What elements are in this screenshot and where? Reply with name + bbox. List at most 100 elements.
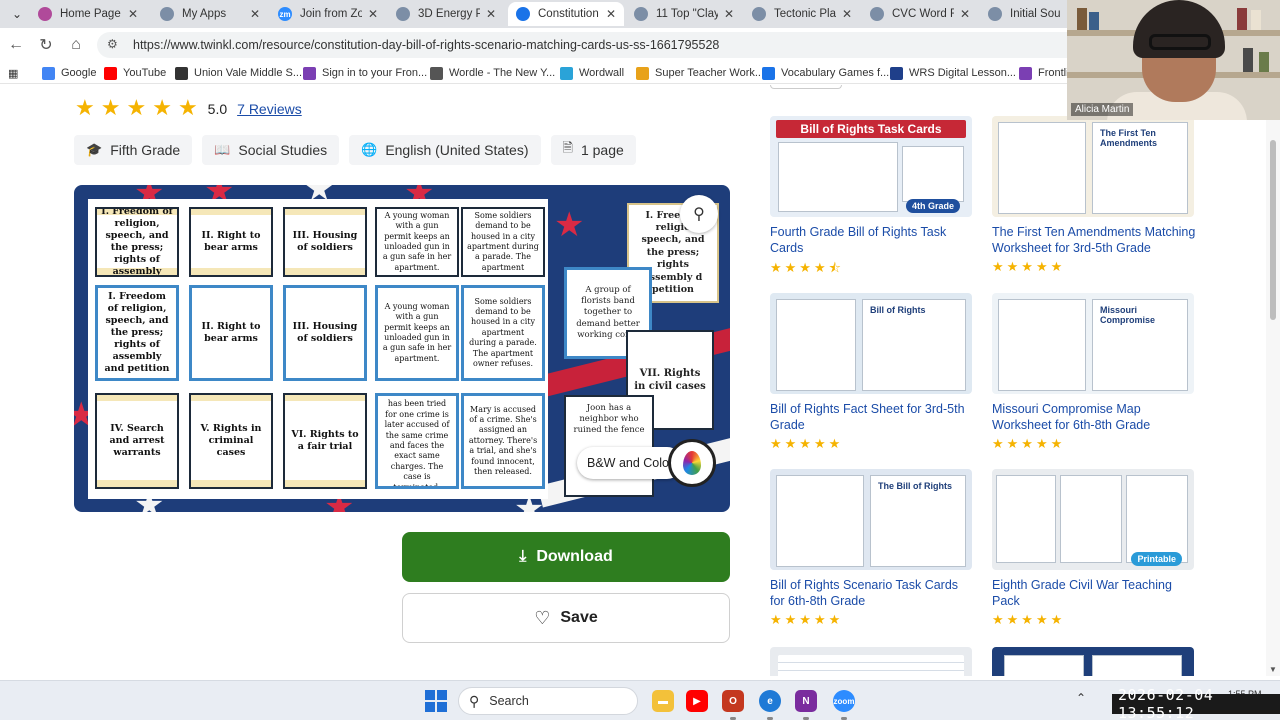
- tab-close-icon[interactable]: ✕: [368, 7, 378, 21]
- search-icon: ⚲: [469, 692, 480, 709]
- tab-search-chevron-icon[interactable]: ⌄: [6, 4, 28, 24]
- tab-close-icon[interactable]: ✕: [724, 7, 734, 21]
- browser-tab[interactable]: 3D Energy Pyra ✕: [388, 2, 504, 26]
- browser-tab[interactable]: My Apps ✕: [152, 2, 268, 26]
- home-icon[interactable]: ⌂: [66, 35, 86, 55]
- related-title[interactable]: The First Ten Amendments Matching Worksh…: [992, 224, 1197, 256]
- edge-browser-icon[interactable]: e: [759, 690, 781, 712]
- tab-close-icon[interactable]: ✕: [842, 7, 852, 21]
- matching-card: Some soldiers demand to be housed in a c…: [461, 285, 545, 381]
- url-text: https://www.twinkl.com/resource/constitu…: [133, 38, 720, 52]
- related-thumbnail-partial[interactable]: [992, 647, 1194, 676]
- related-thumbnail[interactable]: The Bill of Rights: [770, 469, 972, 570]
- scroll-down-arrow-icon[interactable]: ▼: [1269, 665, 1277, 674]
- bookmark-favicon-icon: [560, 66, 573, 80]
- related-thumbnail-partial[interactable]: [770, 647, 972, 676]
- tab-close-icon[interactable]: ✕: [606, 7, 616, 21]
- related-resource[interactable]: Bill of Rights Task Cards 4th Grade Four…: [770, 116, 975, 281]
- thumbnail-heading: Bill of Rights: [870, 305, 926, 315]
- bookmark-label: Vocabulary Games f...: [781, 67, 890, 79]
- related-thumbnail[interactable]: The First Ten Amendments: [992, 116, 1194, 217]
- color-drop-icon[interactable]: [668, 439, 716, 487]
- related-title[interactable]: Missouri Compromise Map Worksheet for 6t…: [992, 401, 1197, 433]
- youtube-icon[interactable]: ▶: [686, 690, 708, 712]
- related-title[interactable]: Bill of Rights Fact Sheet for 3rd-5th Gr…: [770, 401, 975, 433]
- bookmark-item[interactable]: Google: [42, 65, 96, 81]
- resource-tag[interactable]: 🎓 Fifth Grade: [74, 135, 193, 165]
- related-title[interactable]: Eighth Grade Civil War Teaching Pack: [992, 577, 1197, 609]
- related-resource[interactable]: The Bill of Rights Bill of Rights Scenar…: [770, 469, 975, 628]
- tab-close-icon[interactable]: ✕: [486, 7, 496, 21]
- scroll-thumb[interactable]: [1270, 140, 1276, 320]
- bookmark-item[interactable]: WRS Digital Lesson...: [890, 65, 1016, 81]
- bookmark-label: Frontli: [1038, 67, 1069, 79]
- related-thumbnail[interactable]: Bill of Rights: [770, 293, 972, 394]
- bookmark-item[interactable]: Vocabulary Games f...: [762, 65, 889, 81]
- resource-preview-image[interactable]: ★ ★ ★ ★ ★ ★ ★ ★ ★ ★ I. Freedom of religi…: [74, 185, 730, 512]
- tab-close-icon[interactable]: ✕: [128, 7, 138, 21]
- zoom-app-icon[interactable]: zoom: [833, 690, 855, 712]
- tab-close-icon[interactable]: ✕: [250, 7, 260, 21]
- bookmark-item[interactable]: Sign in to your Fron...: [303, 65, 427, 81]
- browser-tab[interactable]: Initial Sound: [980, 2, 1068, 26]
- taskbar-search[interactable]: ⚲ Search: [458, 687, 638, 715]
- page-scrollbar[interactable]: ▲ ▼: [1266, 85, 1280, 676]
- bookmark-item[interactable]: Super Teacher Work...: [636, 65, 764, 81]
- resource-tag[interactable]: 🗎 1 page: [550, 135, 636, 165]
- bookmark-item[interactable]: Union Vale Middle S...: [175, 65, 302, 81]
- resource-tags: 🎓 Fifth Grade 📖 Social Studies 🌐 English (Uni…: [74, 135, 646, 165]
- matching-card: IV. Search and arrest warrants: [95, 393, 179, 489]
- related-resource[interactable]: The First Ten Amendments The First Ten A…: [992, 116, 1197, 275]
- related-title[interactable]: Bill of Rights Scenario Task Cards for 6…: [770, 577, 975, 609]
- browser-tab[interactable]: zm Join from Zoon ✕: [270, 2, 386, 26]
- related-title[interactable]: Fourth Grade Bill of Rights Task Cards: [770, 224, 975, 256]
- rating-value: 5.0: [207, 100, 228, 117]
- onenote-icon[interactable]: N: [795, 690, 817, 712]
- site-info-icon[interactable]: ⚙: [107, 37, 123, 53]
- browser-tab[interactable]: Home Page - C ✕: [30, 2, 146, 26]
- taskbar-search-label: Search: [489, 694, 529, 708]
- bookmark-label: Wordle - The New Y...: [449, 67, 556, 79]
- windows-start-icon[interactable]: [425, 690, 447, 712]
- reload-icon[interactable]: ↻: [36, 35, 56, 55]
- bookmark-item[interactable]: Wordwall: [560, 65, 624, 81]
- tab-title: Constitution D: [538, 8, 600, 20]
- bookmark-item[interactable]: Wordle - The New Y...: [430, 65, 555, 81]
- zoom-magnifier-icon[interactable]: ⚲: [680, 195, 718, 233]
- reviews-link[interactable]: 7 Reviews: [237, 101, 302, 117]
- related-resource[interactable]: Missouri Compromise Missouri Compromise …: [992, 293, 1197, 452]
- resource-tag-label: Fifth Grade: [110, 142, 181, 158]
- tray-chevron-icon[interactable]: ⌃: [1076, 691, 1086, 705]
- bookmark-item[interactable]: YouTube: [104, 65, 166, 81]
- apps-grid-icon[interactable]: ▦: [8, 65, 18, 81]
- resource-tag[interactable]: 📖 Social Studies: [202, 135, 340, 165]
- resource-tag[interactable]: 🌐 English (United States): [349, 135, 541, 165]
- tab-favicon-icon: [988, 7, 1002, 21]
- tab-title: Tectonic Plate E: [774, 8, 836, 20]
- save-button[interactable]: ♡ Save: [402, 593, 730, 643]
- browser-tab[interactable]: Tectonic Plate E ✕: [744, 2, 860, 26]
- file-explorer-icon[interactable]: ▬: [652, 690, 674, 712]
- bookmark-item[interactable]: Frontli: [1019, 65, 1069, 81]
- related-rating-stars: ★★★★⯪: [770, 260, 844, 275]
- browser-tab[interactable]: CVC Word Fran ✕: [862, 2, 978, 26]
- tab-title: Initial Sound: [1010, 8, 1060, 20]
- bookmark-favicon-icon: [762, 66, 775, 80]
- related-thumbnail[interactable]: Bill of Rights Task Cards 4th Grade: [770, 116, 972, 217]
- heart-icon: ♡: [534, 607, 551, 628]
- participant-name: Alicia Martin: [1071, 103, 1134, 116]
- related-thumbnail[interactable]: Missouri Compromise: [992, 293, 1194, 394]
- back-arrow-icon[interactable]: ←: [6, 35, 26, 55]
- bw-color-label: B&W and Color: [587, 456, 674, 470]
- resource-tag-label: 1 page: [580, 142, 624, 158]
- tab-close-icon[interactable]: ✕: [960, 7, 970, 21]
- browser-tab[interactable]: 11 Top "Clay Pi ✕: [626, 2, 742, 26]
- bookmark-favicon-icon: [104, 66, 117, 80]
- related-resource[interactable]: Bill of Rights Bill of Rights Fact Sheet…: [770, 293, 975, 452]
- bookmark-favicon-icon: [175, 66, 188, 80]
- download-button[interactable]: ⤓ Download: [402, 532, 730, 582]
- browser-tab[interactable]: Constitution D ✕: [508, 2, 624, 26]
- office-icon[interactable]: O: [722, 690, 744, 712]
- related-resource[interactable]: Printable Eighth Grade Civil War Teachin…: [992, 469, 1197, 628]
- related-thumbnail[interactable]: Printable: [992, 469, 1194, 570]
